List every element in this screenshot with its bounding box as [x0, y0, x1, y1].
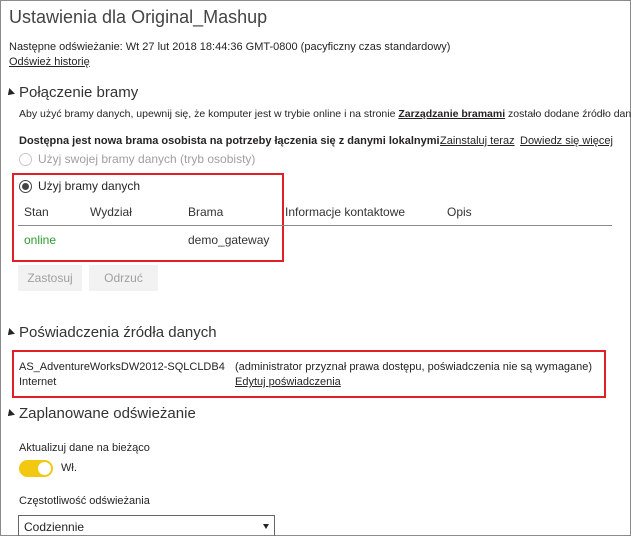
- collapse-triangle-icon: [5, 408, 15, 419]
- radio-unchecked-icon[interactable]: [19, 153, 32, 167]
- install-now-link[interactable]: Zainstaluj teraz: [440, 135, 515, 147]
- col-department: Wydział: [90, 205, 132, 219]
- next-refresh-text: Następne odświeżanie: Wt 27 lut 2018 18:…: [9, 41, 451, 53]
- data-source-name: AS_AdventureWorksDW2012-SQLCLDB4: [19, 361, 225, 373]
- apply-button[interactable]: Zastosuj: [18, 265, 82, 291]
- page-title: Ustawienia dla Original_Mashup: [9, 7, 268, 27]
- credentials-highlight-box: [12, 350, 606, 398]
- data-source-type: Internet: [19, 376, 57, 388]
- refresh-history-link[interactable]: Odśwież historię: [9, 56, 90, 68]
- option-personal-label: Użyj swojej bramy danych (tryb osobisty): [38, 152, 256, 166]
- collapse-triangle-icon: [5, 87, 15, 98]
- credentials-section-header[interactable]: Poświadczenia źródła danych: [5, 324, 217, 341]
- manage-gateways-link[interactable]: Zarządzanie bramami: [398, 108, 505, 120]
- option-gateway-label: Użyj bramy danych: [38, 179, 141, 193]
- gateway-name[interactable]: demo_gateway: [188, 233, 269, 247]
- edit-credentials-link[interactable]: Edytuj poświadczenia: [235, 376, 341, 388]
- frequency-label: Częstotliwość odświeżania: [19, 495, 150, 507]
- gateway-info-text: Aby użyć bramy danych, upewnij się, że k…: [19, 108, 631, 120]
- table-divider: [18, 225, 612, 226]
- radio-checked-icon[interactable]: [19, 180, 32, 194]
- gateway-section-title: Połączenie bramy: [19, 84, 139, 101]
- col-contact: Informacje kontaktowe: [285, 205, 406, 219]
- frequency-select[interactable]: Codziennie: [18, 515, 275, 536]
- option-personal-gateway[interactable]: Użyj swojej bramy danych (tryb osobisty): [19, 152, 256, 167]
- option-use-gateway[interactable]: Użyj bramy danych: [19, 179, 141, 194]
- gateway-section-header[interactable]: Połączenie bramy: [5, 84, 139, 101]
- collapse-triangle-icon: [5, 327, 15, 338]
- col-description: Opis: [447, 205, 472, 219]
- credentials-section-title: Poświadczenia źródła danych: [19, 324, 217, 341]
- gateway-status: online: [24, 233, 57, 247]
- toggle-state-label: Wł.: [61, 462, 77, 474]
- schedule-section-title: Zaplanowane odświeżanie: [19, 405, 196, 422]
- dropdown-caret-icon: [263, 524, 269, 529]
- schedule-section-header[interactable]: Zaplanowane odświeżanie: [5, 405, 196, 422]
- discard-button[interactable]: Odrzuć: [89, 265, 158, 291]
- credentials-note: (administrator przyznał prawa dostępu, p…: [235, 361, 593, 373]
- col-gateway: Brama: [188, 205, 224, 219]
- keep-updated-label: Aktualizuj dane na bieżąco: [19, 442, 150, 454]
- personal-gateway-notice: Dostępna jest nowa brama osobista na pot…: [19, 135, 443, 147]
- keep-updated-toggle[interactable]: [19, 460, 53, 477]
- frequency-value: Codziennie: [24, 520, 85, 534]
- col-status: Stan: [24, 205, 49, 219]
- learn-more-link[interactable]: Dowiedz się więcej: [520, 135, 613, 147]
